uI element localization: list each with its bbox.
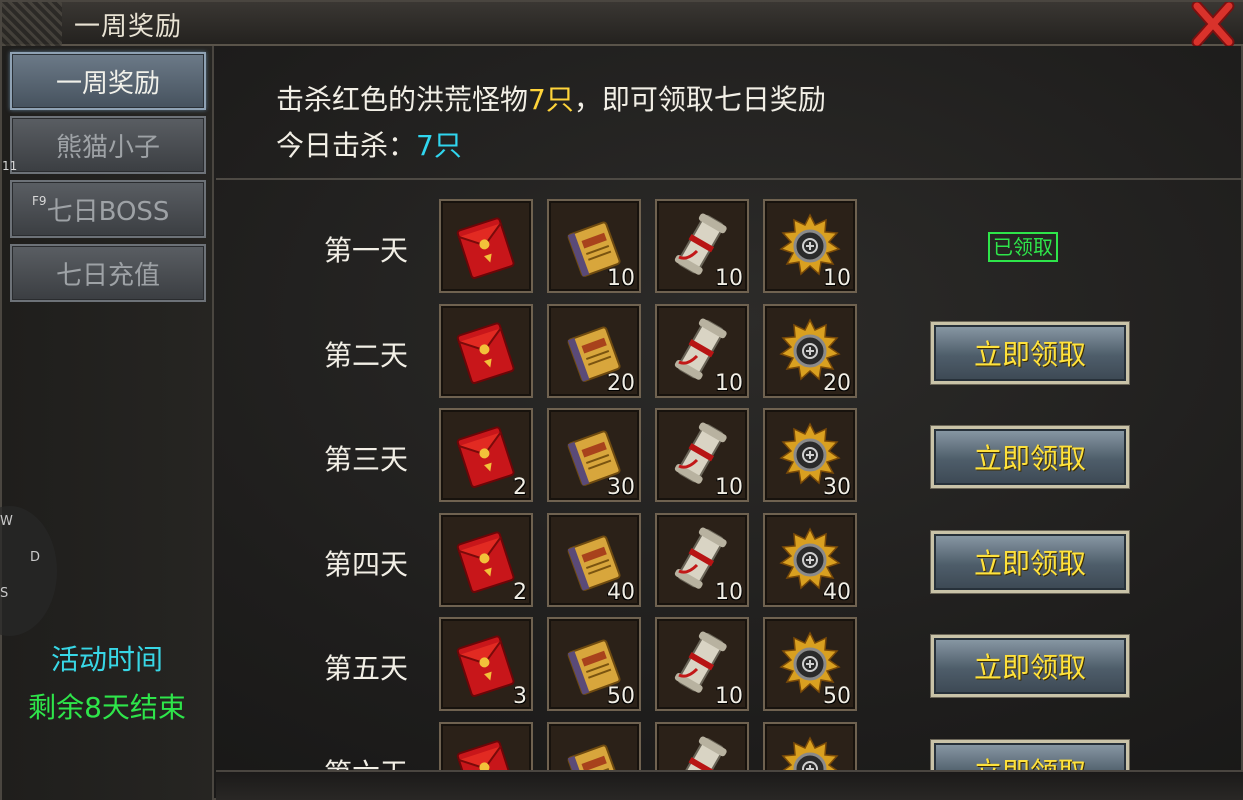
item-quantity: 40: [823, 579, 851, 605]
reward-item-slot[interactable]: 10: [655, 303, 749, 398]
claim-button-label: 立即领取: [973, 337, 1086, 371]
event-remaining-text: 剩余8天结束: [28, 691, 186, 724]
close-x-icon: [1191, 0, 1235, 48]
item-quantity: 50: [823, 684, 851, 709]
reward-item-slot[interactable]: 10: [763, 199, 857, 293]
bottom-border: [216, 770, 1243, 800]
event-time-label: 活动时间: [50, 643, 163, 676]
claim-button-label: 立即领取: [974, 751, 1086, 771]
reward-row: 第三天 2 30 10 30 立即领取: [216, 408, 1243, 506]
day-label: 第一天: [324, 234, 409, 267]
desc-suffix: ，即可领取七日奖励: [573, 83, 826, 116]
item-quantity: 10: [715, 684, 743, 709]
title-ornament: [2, 2, 62, 46]
reward-row: 第一天 10 10 10 已领取: [216, 199, 1243, 297]
reward-item-slot[interactable]: 20: [763, 303, 857, 398]
claim-now-button[interactable]: 立即领取: [931, 635, 1129, 697]
reward-panel: 击杀红色的洪荒怪物7只，即可领取七日奖励 今日击杀：7只 第一天 10 10 10 已领…: [216, 46, 1243, 770]
reward-item-slot[interactable]: 30: [763, 408, 857, 502]
day-label: 第三天: [324, 443, 409, 476]
tab-weekly-reward[interactable]: 一周奖励: [10, 52, 206, 110]
item-quantity: 2: [513, 579, 527, 605]
reward-item-slot[interactable]: 10: [655, 617, 749, 711]
claim-button-label: 立即领取: [973, 651, 1086, 684]
kills-label: 今日击杀：: [276, 129, 417, 162]
hotkey-badge: F9: [32, 194, 47, 208]
reward-item-slot[interactable]: 50: [763, 617, 857, 711]
task-description: 击杀红色的洪荒怪物7只，即可领取七日奖励: [276, 78, 826, 118]
item-quantity: 10: [715, 370, 743, 396]
day-label: 第五天: [324, 652, 409, 685]
claim-button-label: 立即领取: [973, 546, 1086, 580]
desc-count: 7只: [528, 83, 574, 116]
reward-item-slot[interactable]: 10: [655, 408, 749, 502]
day-label: 第二天: [324, 338, 409, 372]
reward-item-slot[interactable]: [547, 721, 641, 770]
reward-item-slot[interactable]: 30: [547, 408, 641, 502]
divider: [216, 178, 1243, 180]
reward-item-slot[interactable]: 2: [439, 408, 533, 502]
day-label: 第六天: [324, 752, 408, 771]
item-quantity: 30: [823, 475, 851, 500]
claim-now-button[interactable]: 立即领取: [931, 321, 1129, 384]
reward-item-slot[interactable]: 40: [547, 512, 641, 607]
title-bar: 一周奖励: [2, 0, 1243, 48]
desc-prefix: 击杀红色的洪荒怪物: [276, 83, 529, 116]
item-quantity: 10: [715, 266, 743, 291]
claim-now-button[interactable]: 立即领取: [931, 739, 1129, 771]
kills-value: 7只: [416, 129, 462, 162]
claimed-badge: 已领取: [988, 232, 1058, 262]
reward-row: 第五天 3 50 10 50 立即领取: [216, 617, 1243, 715]
reward-item-slot[interactable]: [439, 199, 533, 293]
item-quantity: 10: [823, 266, 851, 291]
claim-now-button[interactable]: 立即领取: [931, 426, 1129, 488]
compass-overlay: W D S: [0, 506, 57, 636]
reward-row: 第二天 20 10 20 立即领取: [216, 303, 1243, 402]
item-quantity: 20: [823, 370, 851, 396]
tab-seven-day-recharge[interactable]: 七日充值: [10, 244, 206, 302]
item-quantity: 30: [607, 475, 635, 500]
item-quantity: 40: [607, 579, 635, 605]
compass-w: W: [0, 514, 13, 529]
close-button[interactable]: [1189, 0, 1237, 48]
tab-panda-kid[interactable]: 熊猫小子: [10, 116, 206, 174]
reward-row: 第四天 2 40 10 40 立即领取: [216, 512, 1243, 611]
item-quantity: 10: [715, 579, 743, 605]
reward-item-slot[interactable]: [763, 721, 857, 770]
today-kills: 今日击杀：7只: [276, 124, 462, 164]
reward-item-slot[interactable]: [655, 721, 749, 770]
tab-label: 一周奖励: [55, 68, 160, 99]
item-quantity: 50: [607, 684, 635, 709]
hotkey-badge: 11: [2, 159, 18, 173]
item-quantity: 3: [513, 684, 527, 709]
reward-item-slot[interactable]: 10: [655, 512, 749, 607]
reward-item-slot[interactable]: 20: [547, 303, 641, 398]
day-label: 第四天: [324, 547, 409, 581]
reward-item-slot[interactable]: 40: [763, 512, 857, 607]
tab-label: 七日BOSS: [46, 196, 170, 227]
tab-label: 熊猫小子: [55, 132, 160, 163]
compass-s: S: [0, 586, 9, 601]
compass-d: D: [30, 550, 41, 565]
reward-item-slot[interactable]: 2: [439, 512, 533, 607]
item-quantity: 10: [607, 266, 635, 291]
reward-row: 第六天 立即领取: [216, 721, 1243, 771]
reward-item-slot[interactable]: 10: [655, 199, 749, 293]
claim-now-button[interactable]: 立即领取: [931, 530, 1129, 593]
reward-window: 一周奖励 一周奖励 熊猫小子 11 七日BOSS F9 七日充值 W D S 活…: [0, 0, 1243, 800]
reward-item-slot[interactable]: [439, 721, 533, 770]
reward-item-slot[interactable]: 10: [547, 199, 641, 293]
window-title: 一周奖励: [74, 12, 183, 42]
item-quantity: 20: [607, 370, 635, 396]
reward-item-slot[interactable]: 3: [439, 617, 533, 711]
claim-button-label: 立即领取: [973, 442, 1086, 475]
item-quantity: 10: [715, 475, 743, 500]
reward-item-slot[interactable]: [439, 303, 533, 398]
tab-label: 七日充值: [55, 260, 160, 291]
sidebar: 一周奖励 熊猫小子 11 七日BOSS F9 七日充值 W D S 活动时间 剩…: [0, 46, 214, 800]
tab-seven-day-boss[interactable]: 七日BOSS: [10, 180, 206, 238]
item-quantity: 2: [513, 475, 527, 500]
reward-item-slot[interactable]: 50: [547, 617, 641, 711]
